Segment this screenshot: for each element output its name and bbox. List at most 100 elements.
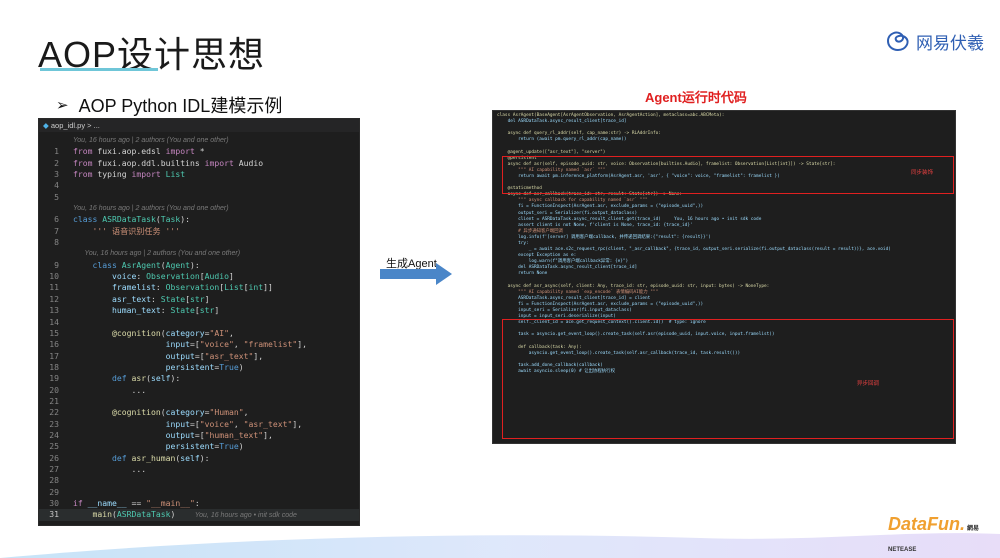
code-line: 28 <box>39 475 359 486</box>
code-line: 17 output=["asr_text"], <box>39 351 359 362</box>
code-line: 30 if __name__ == "__main__": <box>39 498 359 509</box>
sync-note: 同步装饰 <box>911 170 934 176</box>
code-line: 27 ... <box>39 464 359 475</box>
code-line: You, 16 hours ago | 2 authors (You and o… <box>39 203 359 214</box>
code-text: output=["asr_text"], <box>165 350 264 361</box>
code-text: persistent=True) <box>165 361 244 372</box>
code-text: from typing import List <box>73 169 186 180</box>
code-line: 15 @cognition(category="AI", <box>39 328 359 339</box>
code-text: @cognition(category="AI", <box>111 327 234 338</box>
code-line: 31 main(ASRDataTask) You, 16 hours ago •… <box>39 509 359 521</box>
code-text: input=["voice", "asr_text"], <box>165 418 303 429</box>
code-line: 5 <box>39 192 359 203</box>
code-line: 16 input=["voice", "framelist"], <box>39 339 359 350</box>
code-line: 1 from fuxi.aop.edsl import * <box>39 146 359 157</box>
code-line: 12 asr_text: State[str] <box>39 294 359 305</box>
line-number <box>39 248 73 259</box>
code-line: 10 voice: Observation[Audio] <box>39 271 359 282</box>
line-number: 2 <box>54 157 59 168</box>
line-number: 13 <box>49 305 59 316</box>
code-text: from fuxi.aop.ddl.builtins import Audio <box>73 157 264 168</box>
line-number: 28 <box>49 475 59 486</box>
code-line: 25 persistent=True) <box>39 441 359 452</box>
editor-code-area[interactable]: You, 16 hours ago | 2 authors (You and o… <box>39 132 359 521</box>
code-text: ... <box>73 463 147 474</box>
code-text: voice: Observation[Audio] <box>111 271 234 282</box>
line-number: 16 <box>49 339 59 350</box>
code-text: def asr(self): <box>111 373 181 384</box>
code-text: class AsrAgent(Agent): <box>92 259 200 270</box>
line-number: 9 <box>54 259 59 270</box>
line-number: 15 <box>49 327 59 338</box>
line-number: 8 <box>54 237 59 248</box>
editor-filename: aop_idl.py <box>50 121 86 130</box>
runtime-code-title: Agent运行时代码 <box>645 90 747 105</box>
line-number: 23 <box>49 418 59 429</box>
line-number: 19 <box>49 373 59 384</box>
editor-tab-suffix: > ... <box>85 121 100 130</box>
datafun-logo: DataFun. 網易 NETEASE <box>888 514 1000 556</box>
code-line: 2 from fuxi.aop.ddl.builtins import Audio <box>39 158 359 169</box>
line-number: 29 <box>49 486 59 497</box>
async-callback-highlight <box>502 319 954 439</box>
title-underline <box>40 68 158 71</box>
line-number: 1 <box>54 146 59 157</box>
code-text: if __name__ == "__main__": <box>73 498 200 508</box>
editor-tab[interactable]: ◆ aop_idl.py > ... <box>39 119 359 132</box>
code-line: 23 input=["voice", "asr_text"], <box>39 419 359 430</box>
line-number: 30 <box>49 498 59 508</box>
sync-decorator-highlight <box>502 156 954 194</box>
code-text: asr_text: State[str] <box>111 293 210 304</box>
code-line: 6 class ASRDataTask(Task): <box>39 214 359 225</box>
code-text: class ASRDataTask(Task): <box>73 214 190 225</box>
code-line: 11 framelist: Observation[List[int]] <box>39 282 359 293</box>
line-number: 20 <box>49 384 59 395</box>
line-number: 22 <box>49 407 59 418</box>
code-line: 9 class AsrAgent(Agent): <box>39 260 359 271</box>
right-arrow-icon <box>380 263 452 285</box>
code-line: 22 @cognition(category="Human", <box>39 407 359 418</box>
line-number: 12 <box>49 293 59 304</box>
line-number <box>39 203 73 214</box>
code-line: 20 ... <box>39 385 359 396</box>
code-line: 4 <box>39 180 359 191</box>
line-number: 14 <box>49 316 59 327</box>
code-line: 3 from typing import List <box>39 169 359 180</box>
line-number: 3 <box>54 169 59 180</box>
code-line: You, 16 hours ago | 2 authors (You and o… <box>39 135 359 146</box>
line-number: 24 <box>49 429 59 440</box>
code-line: 21 <box>39 396 359 407</box>
line-number: 26 <box>49 452 59 463</box>
code-text: main(ASRDataTask) You, 16 hours ago • in… <box>92 509 297 520</box>
code-line: 8 <box>39 237 359 248</box>
line-number: 7 <box>54 225 59 236</box>
netease-fuxi-logo: 网易伏羲 <box>884 28 984 54</box>
code-text: input=["voice", "framelist"], <box>165 339 307 350</box>
section-subtitle: ➢ AOP Python IDL建模示例 <box>56 92 282 118</box>
line-number: 4 <box>54 180 59 191</box>
code-text: ''' 语音识别任务 ''' <box>92 225 181 236</box>
code-line: 18 persistent=True) <box>39 362 359 373</box>
line-number: 5 <box>54 191 59 202</box>
code-text: human_text: State[str] <box>111 305 220 316</box>
git-blame-annotation: You, 16 hours ago | 2 authors (You and o… <box>73 205 229 213</box>
bullet-arrow-icon: ➢ <box>56 97 69 114</box>
code-text: ... <box>73 384 147 395</box>
code-text: persistent=True) <box>165 441 244 452</box>
async-note: 异步回调 <box>857 381 880 387</box>
line-number: 21 <box>49 395 59 406</box>
code-line: 26 def asr_human(self): <box>39 453 359 464</box>
python-file-icon: ◆ <box>43 121 49 130</box>
code-editor: ◆ aop_idl.py > ... You, 16 hours ago | 2… <box>38 118 360 526</box>
line-number: 17 <box>49 350 59 361</box>
subtitle-text: AOP Python IDL建模示例 <box>78 96 283 116</box>
git-blame-annotation: You, 16 hours ago | 2 authors (You and o… <box>73 137 229 144</box>
line-number: 31 <box>49 509 59 520</box>
code-line: 29 <box>39 487 359 498</box>
line-number: 10 <box>49 271 59 282</box>
line-number: 18 <box>49 361 59 372</box>
code-line: 14 <box>39 317 359 328</box>
code-text: framelist: Observation[List[int]] <box>111 282 273 293</box>
code-text: output=["human_text"], <box>165 429 273 440</box>
line-number: 11 <box>49 282 59 293</box>
